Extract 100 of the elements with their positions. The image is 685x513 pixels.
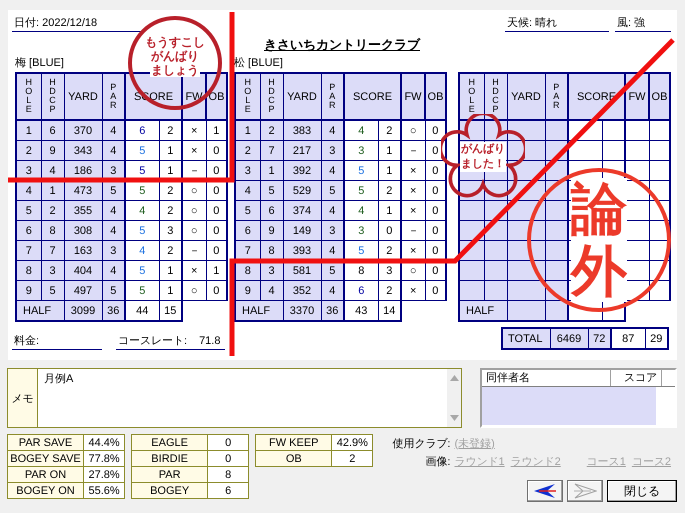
table-cell: 392 <box>283 160 321 180</box>
table-cell: 7 <box>16 240 41 260</box>
column-header: HDCP <box>484 73 507 120</box>
table-cell: 0 <box>206 140 227 160</box>
table-cell: 5 <box>344 160 378 180</box>
image-link[interactable]: ラウンド1 <box>454 454 505 468</box>
column-header: HDCP <box>41 73 64 120</box>
stat-label: BOGEY <box>132 482 208 498</box>
table-cell: 217 <box>283 140 321 160</box>
table-cell: 163 <box>64 240 102 260</box>
column-header: OB <box>649 73 670 120</box>
table-cell: 3099 <box>64 300 102 321</box>
column-header: PAR <box>321 73 344 120</box>
table-cell: 4 <box>16 180 41 200</box>
stat-value: 55.6% <box>84 482 125 498</box>
table-cell: 7 <box>260 140 283 160</box>
table-cell: TOTAL <box>502 328 550 349</box>
image-link[interactable]: コース1 <box>586 454 626 468</box>
stat-value: 44.4% <box>84 434 125 450</box>
column-header: 同伴者名 <box>482 370 611 386</box>
stat-label: EAGLE <box>132 434 208 450</box>
stat-label: PAR SAVE <box>8 434 84 450</box>
close-button[interactable]: 閉じる <box>606 480 677 502</box>
table-cell: 5 <box>344 180 378 200</box>
table-cell: 2 <box>260 120 283 140</box>
stamp-text: ました！ <box>460 157 506 172</box>
table-cell: 5 <box>125 180 159 200</box>
table-cell: 8 <box>41 220 64 240</box>
image-link[interactable]: コース2 <box>632 454 671 468</box>
table-cell: 370 <box>64 120 102 140</box>
club-link[interactable]: (未登録) <box>454 436 495 450</box>
table-cell: 4 <box>260 280 283 300</box>
table-cell: 5 <box>125 220 159 240</box>
column-header: SCORE <box>344 73 401 120</box>
table-cell: 1 <box>260 160 283 180</box>
table-cell: 4 <box>344 200 378 220</box>
table-cell: 6 <box>235 220 260 240</box>
table-cell: 529 <box>283 180 321 200</box>
course-name: 梅 [BLUE] <box>15 57 64 69</box>
table-cell: 1 <box>206 260 227 280</box>
table-cell: × <box>182 120 206 140</box>
course-rating-field: コースレート: 71.8 <box>116 334 225 350</box>
table-cell: × <box>401 280 425 300</box>
table-cell: 3370 <box>283 300 321 321</box>
table-cell: 3 <box>235 160 260 180</box>
table-cell: 0 <box>425 220 446 240</box>
column-header: YARD <box>507 73 545 120</box>
table-cell: ○ <box>182 280 206 300</box>
table-cell: 5 <box>125 260 159 280</box>
fee-field: 料金: <box>12 334 102 350</box>
table-cell: 4 <box>235 180 260 200</box>
table-cell: 0 <box>206 220 227 240</box>
column-header: HOLE <box>459 73 484 120</box>
table-cell: 6 <box>16 220 41 240</box>
table-cell: 15 <box>159 300 182 321</box>
table-cell: × <box>182 140 206 160</box>
table-cell: 0 <box>206 240 227 260</box>
table-cell: 6469 <box>550 328 588 349</box>
table-cell: 6 <box>260 200 283 220</box>
image-link[interactable]: ラウンド2 <box>510 454 561 468</box>
column-header: FW <box>401 73 425 120</box>
table-cell: 2 <box>16 140 41 160</box>
table-cell: × <box>401 160 425 180</box>
table-cell: 7 <box>41 240 64 260</box>
stat-label: PAR ON <box>8 466 84 482</box>
table-cell: 5 <box>41 280 64 300</box>
stat-value: 6 <box>208 482 249 498</box>
table-cell: HALF <box>459 300 507 321</box>
table-cell: × <box>182 260 206 280</box>
companion-list[interactable]: 同伴者名 スコア <box>480 368 677 428</box>
weather-field: 天候: 晴れ <box>505 16 609 32</box>
table-cell: 29 <box>645 328 668 349</box>
table-cell: 3 <box>344 140 378 160</box>
table-cell: × <box>401 180 425 200</box>
table-cell: 5 <box>235 200 260 220</box>
table-cell: 0 <box>425 280 446 300</box>
table-cell: 383 <box>283 120 321 140</box>
table-cell: 87 <box>611 328 645 349</box>
table-cell: － <box>182 240 206 260</box>
column-header: SCORE <box>568 73 625 120</box>
table-cell: 0 <box>206 280 227 300</box>
stamp-text: がんばり <box>460 142 506 157</box>
stat-value: 77.8% <box>84 450 125 466</box>
stat-value: 8 <box>208 466 249 482</box>
stat-label: BIRDIE <box>132 450 208 466</box>
stat-value: 2 <box>332 450 373 466</box>
table-cell: 44 <box>125 300 159 321</box>
column-header: OB <box>206 73 227 120</box>
stat-value: 27.8% <box>84 466 125 482</box>
table-cell: 352 <box>283 280 321 300</box>
column-header: スコア <box>611 370 662 386</box>
table-cell: 0 <box>425 200 446 220</box>
table-cell: 14 <box>378 300 401 321</box>
table-cell: 2 <box>235 140 260 160</box>
table-cell: 9 <box>260 220 283 240</box>
table-cell: 4 <box>344 120 378 140</box>
table-cell: HALF <box>16 300 64 321</box>
table-cell: ○ <box>182 200 206 220</box>
column-header: HOLE <box>235 73 260 120</box>
club-label: 使用クラブ: <box>392 436 450 450</box>
